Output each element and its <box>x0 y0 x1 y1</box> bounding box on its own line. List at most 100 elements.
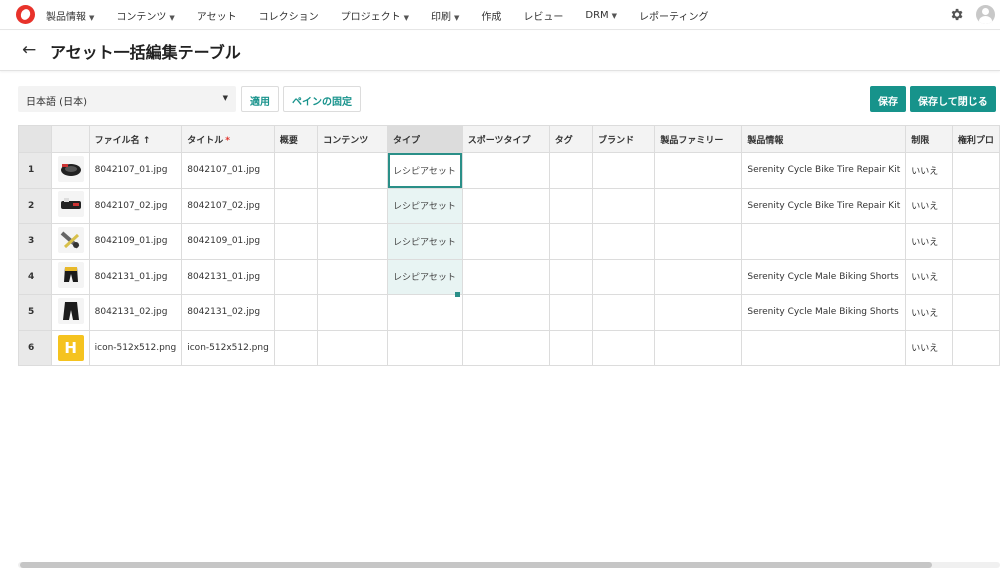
table-row[interactable]: 5 8042131_02.jpg 8042131_02.jpg Serenity Cy… <box>18 294 1000 331</box>
content-cell[interactable] <box>317 258 389 295</box>
row-number[interactable]: 4 <box>18 258 52 295</box>
product-info-cell[interactable]: Serenity Cycle Male Biking Shorts <box>741 294 907 331</box>
brand-cell[interactable] <box>592 329 656 366</box>
rights-cell[interactable] <box>951 294 1000 331</box>
product-info-cell[interactable]: Serenity Cycle Male Biking Shorts <box>741 258 907 295</box>
title-cell[interactable]: 8042109_01.jpg <box>181 223 275 260</box>
row-number[interactable]: 1 <box>18 152 52 189</box>
sport-type-cell[interactable] <box>461 294 550 331</box>
rights-cell[interactable] <box>951 187 1000 224</box>
tag-cell[interactable] <box>548 152 594 189</box>
summary-cell[interactable] <box>273 258 319 295</box>
sport-type-cell[interactable] <box>461 152 550 189</box>
brand-cell[interactable] <box>592 187 656 224</box>
product-family-cell[interactable] <box>654 258 743 295</box>
column-header-summary[interactable]: 概要 <box>273 125 319 153</box>
thumbnail-cell[interactable] <box>50 152 90 189</box>
table-row[interactable]: 3 8042109_01.jpg 8042109_01.jpg レシピアセット いいえ <box>18 223 1000 260</box>
content-cell[interactable] <box>317 294 389 331</box>
filename-cell[interactable]: 8042109_01.jpg <box>88 223 183 260</box>
sport-type-cell[interactable] <box>461 187 550 224</box>
app-logo-icon[interactable] <box>16 5 35 24</box>
language-select[interactable]: 日本語 (日本) ▼ <box>18 86 236 112</box>
content-cell[interactable] <box>317 329 389 366</box>
product-info-cell[interactable]: Serenity Cycle Bike Tire Repair Kit <box>741 187 907 224</box>
nav-item-8[interactable]: DRM ▼ <box>585 10 617 21</box>
type-cell[interactable] <box>387 329 463 366</box>
content-cell[interactable] <box>317 187 389 224</box>
summary-cell[interactable] <box>273 223 319 260</box>
column-header-title[interactable]: タイトル * <box>181 125 275 153</box>
column-header-filename[interactable]: ファイル名 ↑ <box>88 125 183 153</box>
content-cell[interactable] <box>317 223 389 260</box>
nav-item-2[interactable]: アセット <box>197 8 237 23</box>
rights-cell[interactable] <box>951 152 1000 189</box>
selection-fill-handle[interactable] <box>455 292 460 297</box>
table-row[interactable]: 4 8042131_01.jpg 8042131_01.jpg レシピアセット Sere… <box>18 258 1000 295</box>
rights-cell[interactable] <box>951 223 1000 260</box>
column-header-tag[interactable]: タグ <box>548 125 594 153</box>
row-number[interactable]: 6 <box>18 329 52 366</box>
product-family-cell[interactable] <box>654 152 743 189</box>
thumbnail-cell[interactable] <box>50 223 90 260</box>
tag-cell[interactable] <box>548 223 594 260</box>
brand-cell[interactable] <box>592 294 656 331</box>
brand-cell[interactable] <box>592 223 656 260</box>
thumbnail-cell[interactable] <box>50 294 90 331</box>
tag-cell[interactable] <box>548 258 594 295</box>
rights-cell[interactable] <box>951 329 1000 366</box>
product-family-cell[interactable] <box>654 187 743 224</box>
thumbnail-cell[interactable]: H <box>50 329 90 366</box>
nav-item-1[interactable]: コンテンツ ▼ <box>116 8 174 23</box>
title-cell[interactable]: 8042131_01.jpg <box>181 258 275 295</box>
type-cell[interactable]: レシピアセット <box>387 152 463 189</box>
brand-cell[interactable] <box>592 258 656 295</box>
filename-cell[interactable]: 8042107_02.jpg <box>88 187 183 224</box>
table-row[interactable]: 6 Hicon-512x512.png icon-512x512.png いいえ <box>18 329 1000 366</box>
tag-cell[interactable] <box>548 294 594 331</box>
column-header-restriction[interactable]: 制限 <box>905 125 953 153</box>
summary-cell[interactable] <box>273 329 319 366</box>
save-and-close-button[interactable]: 保存して閉じる <box>910 86 996 112</box>
title-cell[interactable]: 8042107_02.jpg <box>181 187 275 224</box>
apply-button[interactable]: 適用 <box>241 86 279 112</box>
summary-cell[interactable] <box>273 187 319 224</box>
row-number[interactable]: 5 <box>18 294 52 331</box>
restriction-cell[interactable]: いいえ <box>905 329 953 366</box>
column-header-type[interactable]: タイプ <box>387 125 463 153</box>
restriction-cell[interactable]: いいえ <box>905 294 953 331</box>
nav-item-4[interactable]: プロジェクト ▼ <box>341 8 409 23</box>
gear-icon[interactable] <box>949 7 964 22</box>
tag-cell[interactable] <box>548 329 594 366</box>
column-header-rownum[interactable] <box>18 125 52 153</box>
table-row[interactable]: 1 8042107_01.jpg 8042107_01.jpg レシピアセット Sere… <box>18 152 1000 189</box>
column-header-sport-type[interactable]: スポーツタイプ <box>461 125 550 153</box>
column-header-rights[interactable]: 権利プロ <box>951 125 1000 153</box>
sport-type-cell[interactable] <box>461 258 550 295</box>
title-cell[interactable]: 8042107_01.jpg <box>181 152 275 189</box>
table-row[interactable]: 2 8042107_02.jpg 8042107_02.jpg レシピアセット Sere… <box>18 187 1000 224</box>
title-cell[interactable]: icon-512x512.png <box>181 329 275 366</box>
product-info-cell[interactable] <box>741 223 907 260</box>
horizontal-scrollbar[interactable] <box>18 562 1000 568</box>
brand-cell[interactable] <box>592 152 656 189</box>
filename-cell[interactable]: 8042131_02.jpg <box>88 294 183 331</box>
column-header-product-info[interactable]: 製品情報 <box>741 125 907 153</box>
restriction-cell[interactable]: いいえ <box>905 258 953 295</box>
column-header-product-family[interactable]: 製品ファミリー <box>654 125 743 153</box>
nav-item-3[interactable]: コレクション <box>259 8 319 23</box>
row-number[interactable]: 2 <box>18 187 52 224</box>
thumbnail-cell[interactable] <box>50 187 90 224</box>
scrollbar-thumb[interactable] <box>20 562 932 568</box>
nav-item-0[interactable]: 製品情報 ▼ <box>46 8 94 23</box>
back-arrow-icon[interactable]: ← <box>22 40 36 60</box>
thumbnail-cell[interactable] <box>50 258 90 295</box>
restriction-cell[interactable]: いいえ <box>905 223 953 260</box>
nav-item-9[interactable]: レポーティング <box>639 8 708 23</box>
nav-item-5[interactable]: 印刷 ▼ <box>431 8 459 23</box>
summary-cell[interactable] <box>273 152 319 189</box>
tag-cell[interactable] <box>548 187 594 224</box>
row-number[interactable]: 3 <box>18 223 52 260</box>
type-cell[interactable] <box>387 294 463 331</box>
user-avatar[interactable] <box>976 5 995 24</box>
